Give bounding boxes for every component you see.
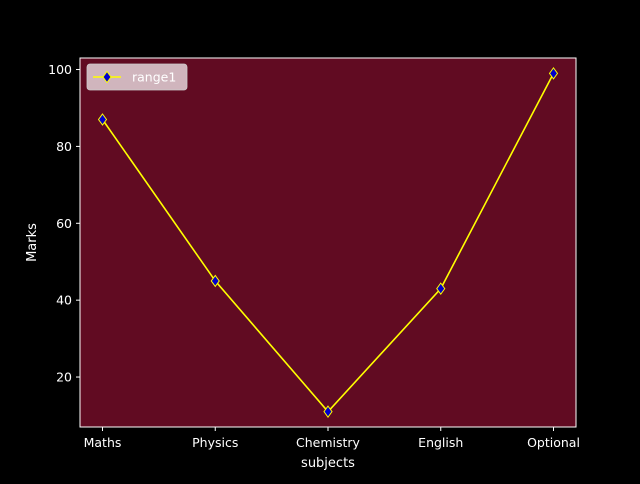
y-tick-label: 20 (56, 370, 72, 385)
chart-figure: Maths Physics Chemistry English Optional 20 40… (0, 0, 640, 480)
x-tick-label: English (418, 435, 463, 450)
y-tick-label: 100 (48, 62, 72, 77)
line-chart: Maths Physics Chemistry English Optional 20 40… (0, 0, 640, 480)
legend: range1 (86, 63, 188, 91)
x-tick-label: Optional (527, 435, 580, 450)
x-axis-label: subjects (301, 456, 355, 471)
y-tick-label: 60 (56, 216, 72, 231)
plot-area (80, 58, 576, 427)
y-axis-label: Marks (25, 223, 40, 262)
x-tick-label: Physics (192, 435, 238, 450)
y-tick-label: 40 (56, 293, 72, 308)
x-tick-label: Maths (84, 435, 122, 450)
y-tick-label: 80 (56, 139, 72, 154)
x-tick-label: Chemistry (296, 435, 361, 450)
legend-label: range1 (132, 70, 176, 85)
